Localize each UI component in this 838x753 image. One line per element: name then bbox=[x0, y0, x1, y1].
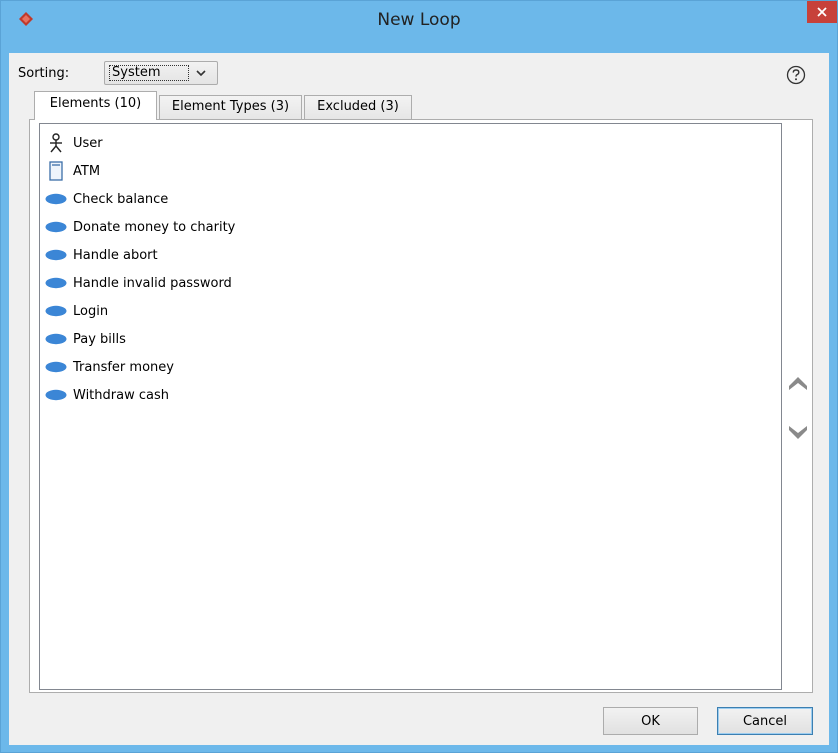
use-case-icon bbox=[45, 244, 67, 266]
move-down-icon bbox=[789, 426, 807, 439]
use-case-icon bbox=[45, 216, 67, 238]
elements-list[interactable]: User ATM Check balance Donate money to c… bbox=[39, 123, 782, 690]
close-icon bbox=[817, 7, 827, 17]
list-item-label: Handle invalid password bbox=[73, 275, 232, 291]
list-item[interactable]: Withdraw cash bbox=[45, 382, 169, 408]
list-item-label: User bbox=[73, 135, 103, 151]
use-case-icon bbox=[45, 356, 67, 378]
move-down-button[interactable] bbox=[787, 423, 809, 441]
dialog-window: New Loop Sorting: System Elements (10) E… bbox=[0, 0, 838, 753]
list-item-label: Login bbox=[73, 303, 109, 319]
list-item-label: Donate money to charity bbox=[73, 219, 236, 235]
use-case-icon bbox=[45, 272, 67, 294]
dialog-title: New Loop bbox=[377, 10, 461, 30]
cancel-button[interactable]: Cancel bbox=[717, 707, 813, 735]
sorting-label: Sorting: bbox=[18, 66, 70, 81]
system-icon bbox=[45, 160, 67, 182]
use-case-icon bbox=[45, 300, 67, 322]
list-item-label: Handle abort bbox=[73, 247, 158, 263]
use-case-icon bbox=[45, 188, 67, 210]
list-item[interactable]: Login bbox=[45, 298, 108, 324]
list-item-label: Transfer money bbox=[73, 359, 174, 375]
move-up-button[interactable] bbox=[787, 375, 809, 393]
tab-excluded[interactable]: Excluded (3) bbox=[304, 95, 412, 119]
list-item[interactable]: Handle abort bbox=[45, 242, 158, 268]
list-item[interactable]: Transfer money bbox=[45, 354, 174, 380]
list-item[interactable]: Donate money to charity bbox=[45, 214, 235, 240]
list-item-label: Pay bills bbox=[73, 331, 126, 347]
dialog-content: Sorting: System Elements (10) Element Ty… bbox=[9, 53, 829, 745]
title-bar[interactable]: New Loop bbox=[1, 1, 837, 39]
list-item[interactable]: Handle invalid password bbox=[45, 270, 232, 296]
use-case-icon bbox=[45, 384, 67, 406]
list-item[interactable]: Pay bills bbox=[45, 326, 126, 352]
list-item-label: ATM bbox=[73, 163, 101, 179]
ok-button[interactable]: OK bbox=[603, 707, 698, 735]
use-case-icon bbox=[45, 328, 67, 350]
tab-elements[interactable]: Elements (10) bbox=[34, 91, 157, 120]
close-button[interactable] bbox=[807, 1, 837, 23]
tab-element-types[interactable]: Element Types (3) bbox=[159, 95, 302, 119]
tab-panel: User ATM Check balance Donate money to c… bbox=[29, 119, 813, 693]
chevron-down-icon bbox=[196, 70, 206, 77]
list-item[interactable]: User bbox=[45, 130, 103, 156]
sorting-select[interactable]: System bbox=[104, 61, 218, 85]
list-item[interactable]: Check balance bbox=[45, 186, 168, 212]
actor-icon bbox=[45, 132, 67, 154]
list-item[interactable]: ATM bbox=[45, 158, 100, 184]
list-item-label: Check balance bbox=[73, 191, 169, 207]
move-up-icon bbox=[789, 377, 807, 390]
help-icon[interactable] bbox=[786, 65, 806, 85]
list-item-label: Withdraw cash bbox=[73, 387, 169, 403]
sorting-selected-value: System bbox=[109, 65, 189, 81]
